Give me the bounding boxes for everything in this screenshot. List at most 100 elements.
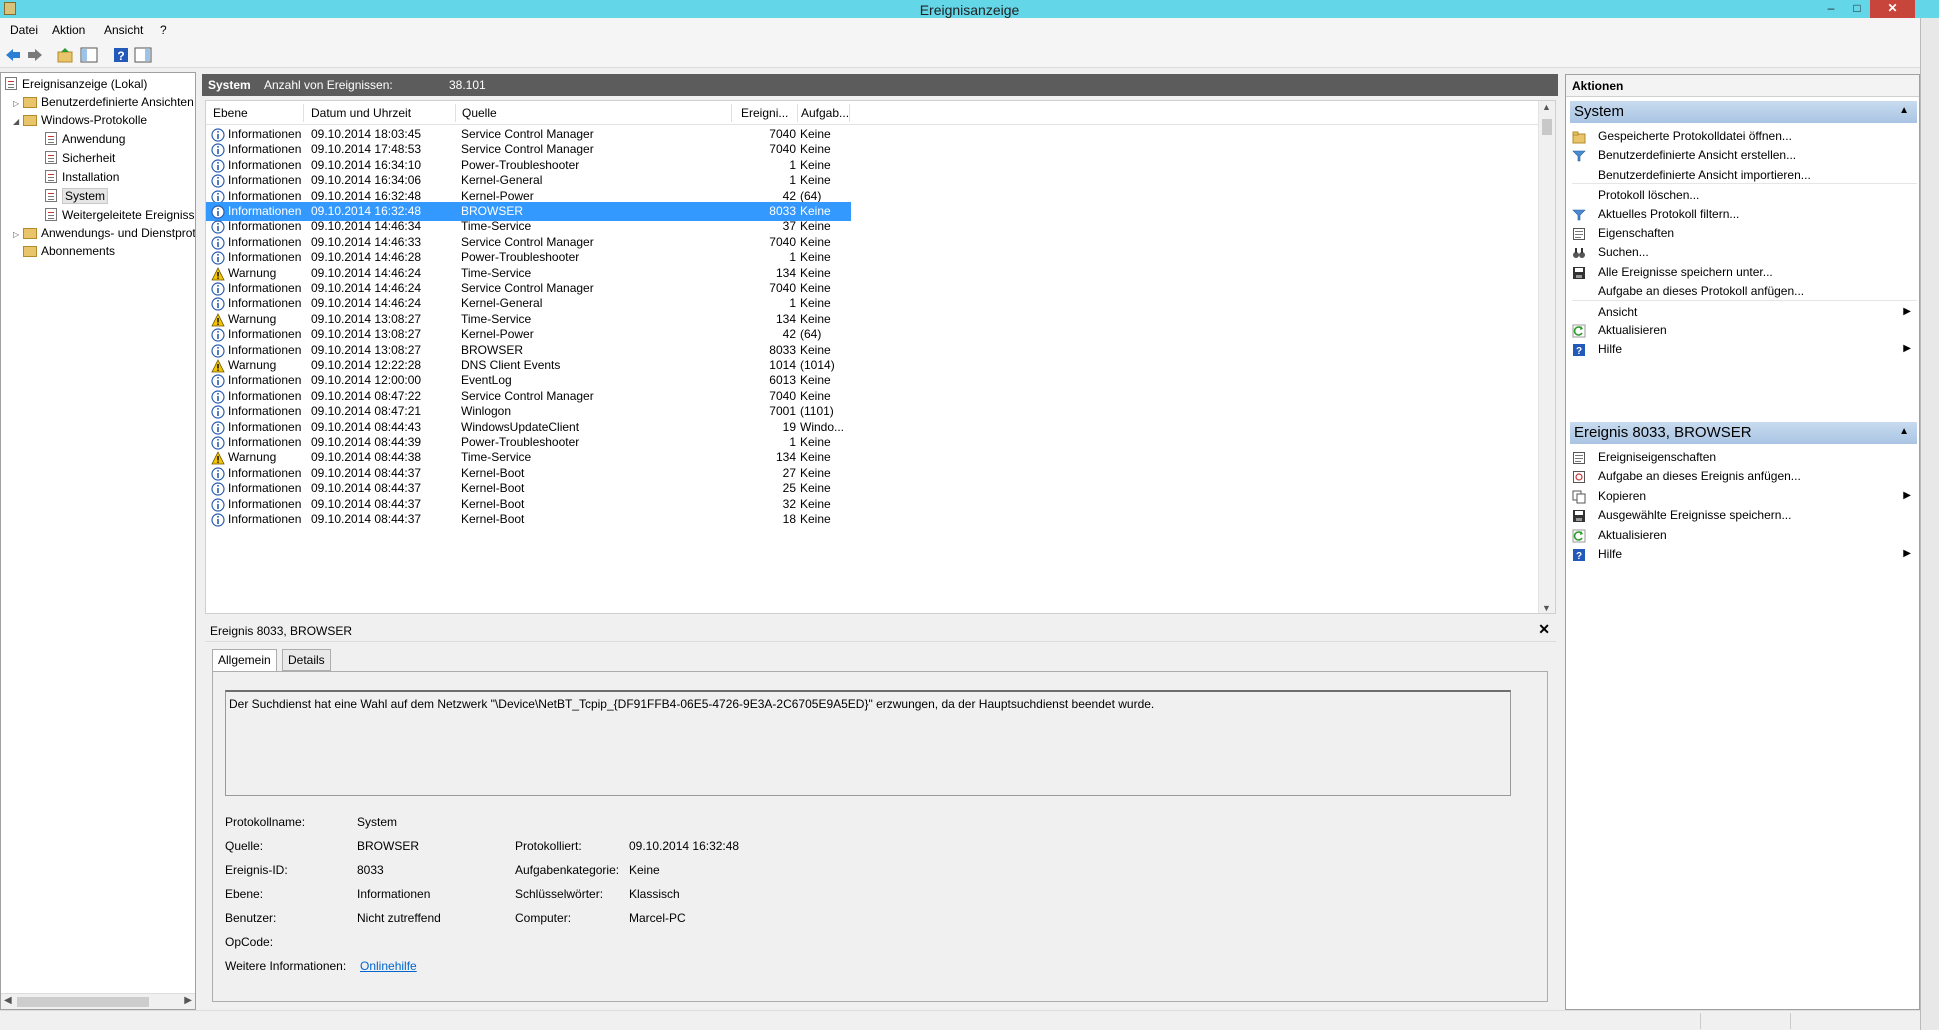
scroll-left-icon[interactable]: ◀ bbox=[4, 995, 12, 1006]
column-separator[interactable] bbox=[303, 104, 304, 122]
value-protokollname[interactable]: System bbox=[357, 815, 397, 829]
tree-horizontal-scrollbar[interactable]: ◀ ▶ bbox=[1, 993, 195, 1009]
collapse-caret-icon[interactable]: ▲ bbox=[1899, 426, 1909, 437]
cell-level: Informationen bbox=[228, 512, 302, 526]
menu-ansicht[interactable]: Ansicht bbox=[104, 23, 143, 37]
copy-icon bbox=[1572, 489, 1586, 504]
close-icon[interactable]: ✕ bbox=[1538, 621, 1550, 638]
scroll-thumb[interactable] bbox=[17, 997, 149, 1007]
section-system-title: System bbox=[1574, 103, 1625, 120]
actions-header: Aktionen bbox=[1566, 75, 1919, 97]
log-icon bbox=[45, 132, 57, 145]
action-label: Hilfe bbox=[1598, 547, 1623, 561]
action-label: Hilfe bbox=[1598, 342, 1623, 357]
column-ereignis-id[interactable]: Ereigni... bbox=[741, 106, 788, 120]
tab-details[interactable]: Details bbox=[282, 649, 331, 671]
event-description[interactable]: Der Suchdienst hat eine Wahl auf dem Net… bbox=[225, 690, 1511, 796]
tree-log-anwendung[interactable]: Anwendung bbox=[45, 130, 125, 148]
action-pane-icon[interactable] bbox=[134, 46, 152, 64]
column-separator[interactable] bbox=[849, 104, 850, 122]
value-ereignis-id[interactable]: 8033 bbox=[357, 863, 384, 877]
collapse-arrow-icon[interactable]: ◢ bbox=[13, 113, 23, 131]
onlinehilfe-link[interactable]: Onlinehilfe bbox=[360, 959, 417, 973]
section-system[interactable]: System ▲ bbox=[1570, 101, 1917, 123]
section-event[interactable]: Ereignis 8033, BROWSER ▲ bbox=[1570, 422, 1917, 444]
cell-source: Kernel-Boot bbox=[461, 512, 525, 526]
tree-windows-logs[interactable]: ◢ Windows-Protokolle bbox=[13, 111, 147, 129]
log-header: System Anzahl von Ereignissen: 38.101 bbox=[202, 74, 1558, 96]
maximize-button[interactable]: □ bbox=[1846, 0, 1868, 18]
information-icon bbox=[211, 513, 225, 527]
folder-icon bbox=[23, 228, 37, 239]
value-ebene[interactable]: Informationen bbox=[357, 887, 430, 901]
scroll-down-icon[interactable]: ▼ bbox=[1542, 603, 1551, 613]
binoculars-icon bbox=[1572, 245, 1586, 259]
tree-custom-views[interactable]: ▷ Benutzerdefinierte Ansichten bbox=[13, 93, 194, 111]
scroll-right-icon[interactable]: ▶ bbox=[184, 995, 192, 1006]
label-computer: Computer: bbox=[515, 911, 572, 925]
column-aufgabe[interactable]: Aufgab... bbox=[801, 106, 849, 120]
event-count-label: Anzahl von Ereignissen: bbox=[264, 78, 393, 92]
folder-up-icon[interactable] bbox=[56, 46, 74, 64]
column-quelle[interactable]: Quelle bbox=[462, 106, 497, 120]
log-icon bbox=[45, 189, 57, 202]
forward-arrow-icon[interactable] bbox=[26, 46, 44, 64]
tree-subscriptions[interactable]: Abonnements bbox=[23, 242, 115, 260]
log-icon bbox=[45, 170, 57, 183]
action-item[interactable]: ? Hilfe ▶ bbox=[1572, 338, 1917, 360]
value-benutzer[interactable]: Nicht zutreffend bbox=[357, 911, 441, 925]
tree-root[interactable]: Ereignisanzeige (Lokal) bbox=[5, 75, 147, 93]
action-item[interactable]: ? Hilfe ▶ bbox=[1572, 543, 1917, 565]
status-separator bbox=[1700, 1013, 1701, 1029]
tree-log-system[interactable]: System bbox=[45, 187, 109, 205]
menu-help[interactable]: ? bbox=[160, 23, 167, 37]
column-separator[interactable] bbox=[455, 104, 456, 122]
folder-icon bbox=[23, 97, 37, 108]
column-separator[interactable] bbox=[797, 104, 798, 122]
menu-aktion[interactable]: Aktion bbox=[52, 23, 85, 37]
scroll-thumb[interactable] bbox=[1542, 119, 1552, 135]
event-list-header: Ebene Datum und Uhrzeit Quelle Ereigni..… bbox=[206, 101, 1555, 125]
tab-allgemein[interactable]: Allgemein bbox=[212, 649, 277, 672]
label-ebene: Ebene: bbox=[225, 887, 264, 901]
value-computer[interactable]: Marcel-PC bbox=[629, 911, 686, 925]
column-separator[interactable] bbox=[731, 104, 732, 122]
column-ebene[interactable]: Ebene bbox=[213, 106, 248, 120]
minimize-button[interactable]: – bbox=[1820, 0, 1842, 18]
collapse-caret-icon[interactable]: ▲ bbox=[1899, 105, 1909, 116]
refresh-icon bbox=[1572, 323, 1586, 338]
event-list: Ebene Datum und Uhrzeit Quelle Ereigni..… bbox=[205, 100, 1556, 614]
event-list-scrollbar[interactable]: ▲ ▼ bbox=[1538, 101, 1555, 613]
help-icon: ? bbox=[1572, 342, 1586, 357]
label-benutzer: Benutzer: bbox=[225, 911, 277, 925]
tree-log-sicherheit[interactable]: Sicherheit bbox=[45, 149, 115, 167]
refresh-icon bbox=[1572, 528, 1586, 543]
table-row[interactable]: Informationen 09.10.2014 08:44:37 Kernel-B… bbox=[206, 510, 851, 529]
tree-app-service-logs[interactable]: ▷Anwendungs- und Dienstprotokolle bbox=[13, 224, 195, 244]
label-quelle: Quelle: bbox=[225, 839, 264, 853]
value-protokolliert[interactable]: 09.10.2014 16:32:48 bbox=[629, 839, 739, 853]
help-icon[interactable]: ? bbox=[112, 46, 130, 64]
close-button[interactable]: ✕ bbox=[1870, 0, 1915, 18]
column-datum[interactable]: Datum und Uhrzeit bbox=[311, 106, 411, 120]
cell-datetime: 09.10.2014 08:44:37 bbox=[311, 512, 422, 526]
save-icon bbox=[1572, 508, 1586, 523]
value-schluesselwoerter[interactable]: Klassisch bbox=[629, 887, 680, 901]
back-arrow-icon[interactable] bbox=[4, 46, 22, 64]
value-aufgabenkategorie[interactable]: Keine bbox=[629, 863, 660, 877]
tree-log-forwarded[interactable]: Weitergeleitete Ereignisse bbox=[45, 206, 195, 224]
status-separator bbox=[1790, 1013, 1791, 1029]
toolbar: ? bbox=[0, 42, 1920, 68]
title-bar: Ereignisanzeige – □ ✕ bbox=[0, 0, 1939, 18]
menu-bar: Datei Aktion Ansicht ? bbox=[0, 18, 1920, 42]
value-quelle[interactable]: BROWSER bbox=[357, 839, 419, 853]
menu-datei[interactable]: Datei bbox=[10, 23, 38, 37]
folder-icon bbox=[23, 115, 37, 126]
submenu-arrow-icon: ▶ bbox=[1903, 343, 1911, 355]
console-tree-icon[interactable] bbox=[80, 46, 98, 64]
expand-arrow-icon[interactable]: ▷ bbox=[13, 226, 23, 244]
tree-log-installation[interactable]: Installation bbox=[45, 168, 119, 186]
scroll-up-icon[interactable]: ▲ bbox=[1542, 102, 1551, 112]
submenu-arrow-icon: ▶ bbox=[1903, 548, 1911, 559]
svg-text:?: ? bbox=[1576, 346, 1582, 357]
